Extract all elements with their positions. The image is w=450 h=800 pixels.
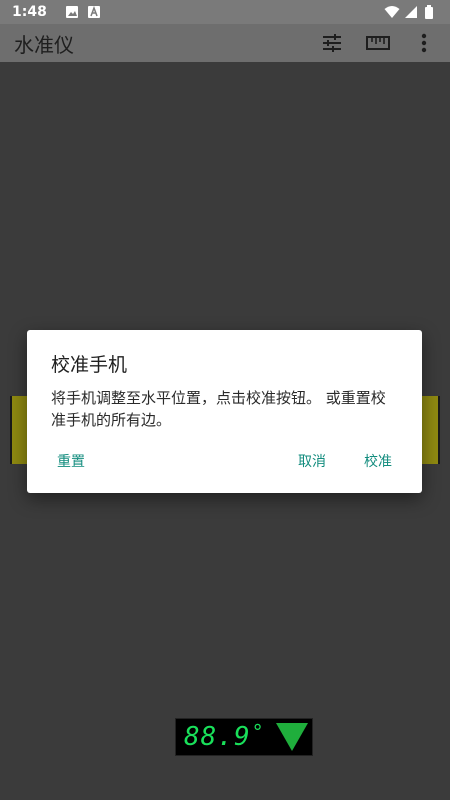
dialog-title: 校准手机 <box>51 354 128 376</box>
a-box-icon <box>87 5 101 19</box>
angle-display: 88.9 ° <box>175 718 313 756</box>
signal-icon <box>404 5 418 19</box>
calibrate-button[interactable]: 校准 <box>364 451 392 471</box>
image-icon <box>65 5 79 19</box>
calibration-dialog: 校准手机 将手机调整至水平位置，点击校准按钮。 或重置校准手机的所有边。 重置 … <box>27 330 422 493</box>
dialog-message: 将手机调整至水平位置，点击校准按钮。 或重置校准手机的所有边。 <box>51 389 386 429</box>
status-time: 1:48 <box>12 4 47 20</box>
app-title: 水准仪 <box>14 32 74 57</box>
angle-unit: ° <box>252 720 263 744</box>
dialog-buttons: 重置 取消 校准 <box>27 449 422 473</box>
angle-value: 88.9 <box>184 722 251 752</box>
tune-icon[interactable] <box>320 31 344 55</box>
reset-button[interactable]: 重置 <box>57 451 85 471</box>
battery-icon <box>424 5 438 19</box>
ruler-icon[interactable] <box>366 31 390 55</box>
more-vert-icon[interactable] <box>412 31 436 55</box>
arrow-down-icon <box>276 723 308 751</box>
status-left: 1:48 <box>12 4 101 20</box>
status-bar: 1:48 <box>0 0 450 24</box>
cancel-button[interactable]: 取消 <box>298 451 326 471</box>
app-bar: 水准仪 <box>0 24 450 62</box>
status-right <box>384 5 438 19</box>
wifi-icon <box>384 5 400 19</box>
app-actions <box>320 31 436 55</box>
